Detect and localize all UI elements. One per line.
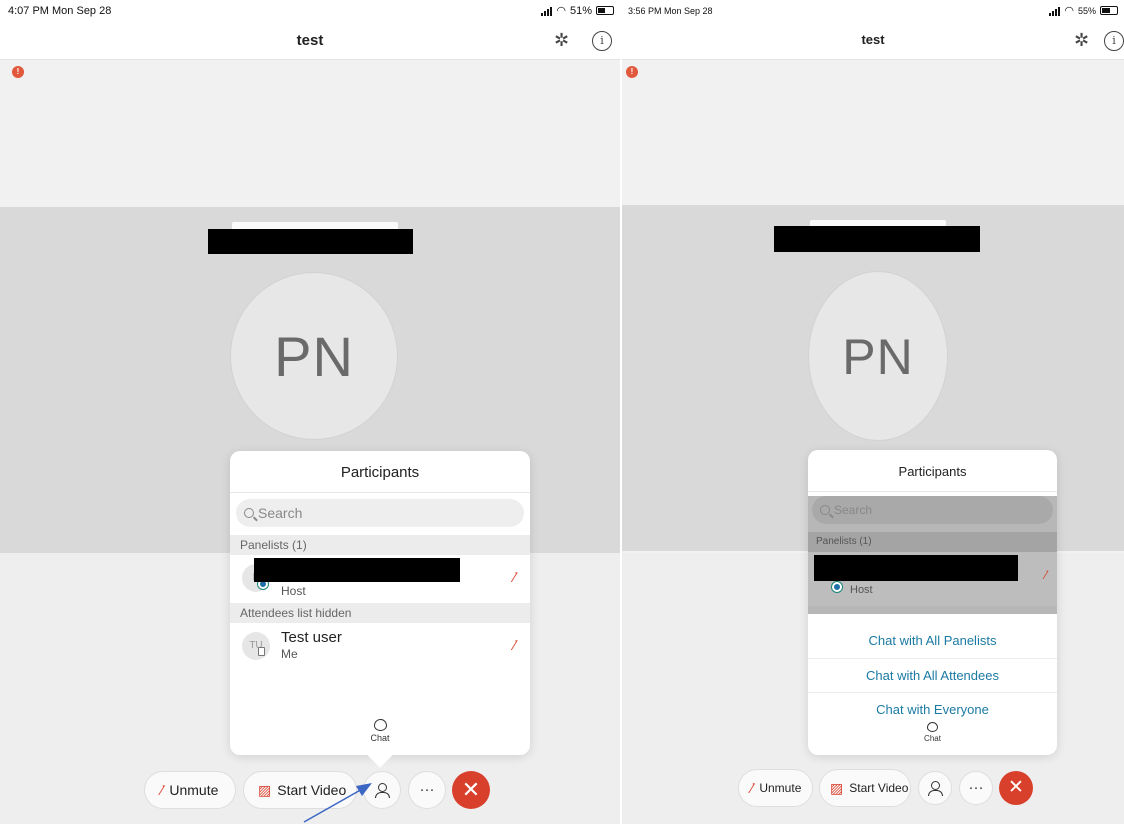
participants-panel: Participants Panelists (1) P Host ∕̇ Att… — [230, 451, 530, 755]
chat-icon — [373, 719, 387, 731]
attendee-row[interactable]: TU Test user Me ∕̇ — [230, 623, 530, 671]
search-icon — [244, 508, 254, 518]
recording-indicator-icon: ! — [626, 66, 638, 78]
meeting-title-bar: test ✲ i — [0, 22, 620, 60]
start-video-button[interactable]: ▨ Start Video — [819, 769, 911, 807]
redacted-name — [774, 226, 980, 252]
meeting-title-bar: test ✲ i — [622, 22, 1124, 60]
status-bar: 4:07 PM Mon Sep 28 ◠ 51% — [0, 0, 620, 22]
speaker-avatar: PN — [808, 271, 948, 441]
panelists-header: Panelists (1) — [808, 532, 1057, 552]
chat-everyone-option[interactable]: Chat with Everyone — [808, 692, 1057, 726]
video-off-icon: ▨ — [830, 779, 844, 796]
redacted-name — [208, 229, 413, 254]
panelist-row[interactable]: Host ∕̇ — [808, 552, 1057, 606]
battery-percent: 51% — [569, 4, 592, 17]
info-icon[interactable]: i — [592, 31, 612, 51]
redacted-panelist-name — [814, 555, 1018, 581]
mic-off-icon: ∕̇ — [161, 782, 164, 798]
end-call-icon: ✕ — [461, 777, 481, 802]
search-icon — [820, 505, 830, 515]
chat-all-attendees-option[interactable]: Chat with All Attendees — [808, 658, 1057, 692]
more-options-button[interactable]: ··· — [408, 771, 446, 809]
panelists-header: Panelists (1) — [230, 535, 530, 555]
attendee-name: Test user — [281, 629, 342, 646]
mic-off-icon: ∕̇ — [751, 780, 754, 796]
dimmed-participant-list: Panelists (1) Host ∕̇ — [808, 496, 1057, 614]
end-call-button[interactable]: ✕ — [452, 771, 490, 809]
chat-label: Chat — [924, 734, 941, 743]
left-screen: 4:07 PM Mon Sep 28 ◠ 51% test ✲ i ! PN P… — [0, 0, 620, 824]
start-video-label: Start Video — [849, 781, 909, 795]
end-call-icon: ✕ — [1008, 777, 1024, 798]
annotation-arrow — [303, 783, 372, 823]
unmute-label: Unmute — [759, 781, 802, 795]
participants-search[interactable] — [812, 496, 1053, 524]
unmute-label: Unmute — [169, 782, 219, 798]
battery-icon — [596, 6, 614, 15]
end-call-button[interactable]: ✕ — [999, 771, 1033, 805]
chat-button[interactable]: Chat — [808, 722, 1057, 743]
participants-panel: Participants Panelists (1) Host ∕̇ Chat … — [808, 450, 1057, 755]
attendees-header: Attendees list hidden — [230, 603, 530, 623]
signal-icon — [541, 6, 553, 16]
recording-indicator-icon: ! — [12, 66, 24, 78]
meeting-toolbar: ∕̇ Unmute ▨ Start Video ··· ✕ — [738, 769, 1033, 807]
panelist-row[interactable]: P Host ∕̇ — [230, 555, 530, 603]
mic-off-icon: ∕̇ — [513, 569, 516, 585]
chat-all-panelists-option[interactable]: Chat with All Panelists — [808, 624, 1057, 658]
panelist-role: Host — [281, 584, 306, 598]
bluetooth-icon[interactable]: ✲ — [1074, 30, 1089, 51]
unmute-button[interactable]: ∕̇ Unmute — [738, 769, 813, 807]
status-time: 3:56 PM Mon Sep 28 — [628, 6, 713, 16]
info-icon[interactable]: i — [1104, 31, 1124, 51]
mic-off-icon: ∕̇ — [513, 637, 516, 653]
meeting-title: test — [296, 32, 324, 49]
right-screen: 3:56 PM Mon Sep 28 ◠ 55% test ✲ i ! PN P… — [622, 0, 1124, 824]
participants-button[interactable] — [918, 771, 952, 805]
wifi-icon: ◠ — [556, 5, 566, 17]
mic-off-icon: ∕̇ — [1044, 568, 1047, 582]
bluetooth-icon[interactable]: ✲ — [554, 30, 569, 51]
status-bar: 3:56 PM Mon Sep 28 ◠ 55% — [622, 0, 1124, 22]
presence-icon — [832, 582, 842, 592]
wifi-icon: ◠ — [1064, 5, 1074, 17]
status-indicators: ◠ 51% — [541, 4, 614, 17]
video-off-icon: ▨ — [258, 781, 272, 798]
speaker-avatar: PN — [230, 272, 398, 440]
redacted-panelist-name — [254, 558, 460, 582]
panelist-role: Host — [850, 584, 873, 596]
participants-title: Participants — [808, 450, 1057, 492]
participants-search[interactable] — [236, 499, 524, 527]
chat-icon — [927, 722, 938, 732]
meeting-title: test — [861, 32, 885, 47]
search-input[interactable] — [258, 505, 524, 521]
device-icon — [258, 647, 265, 656]
unmute-button[interactable]: ∕̇ Unmute — [144, 771, 236, 809]
battery-icon — [1100, 6, 1118, 15]
chat-button[interactable]: Chat — [230, 719, 530, 743]
status-time: 4:07 PM Mon Sep 28 — [8, 5, 112, 17]
status-indicators: ◠ 55% — [1049, 4, 1118, 17]
search-input[interactable] — [834, 503, 1053, 517]
signal-icon — [1049, 6, 1061, 16]
battery-percent: 55% — [1077, 5, 1096, 16]
participants-icon — [927, 780, 943, 797]
more-options-button[interactable]: ··· — [959, 771, 993, 805]
attendee-role: Me — [281, 647, 298, 661]
attendee-avatar: TU — [242, 632, 270, 660]
participants-title: Participants — [230, 451, 530, 493]
